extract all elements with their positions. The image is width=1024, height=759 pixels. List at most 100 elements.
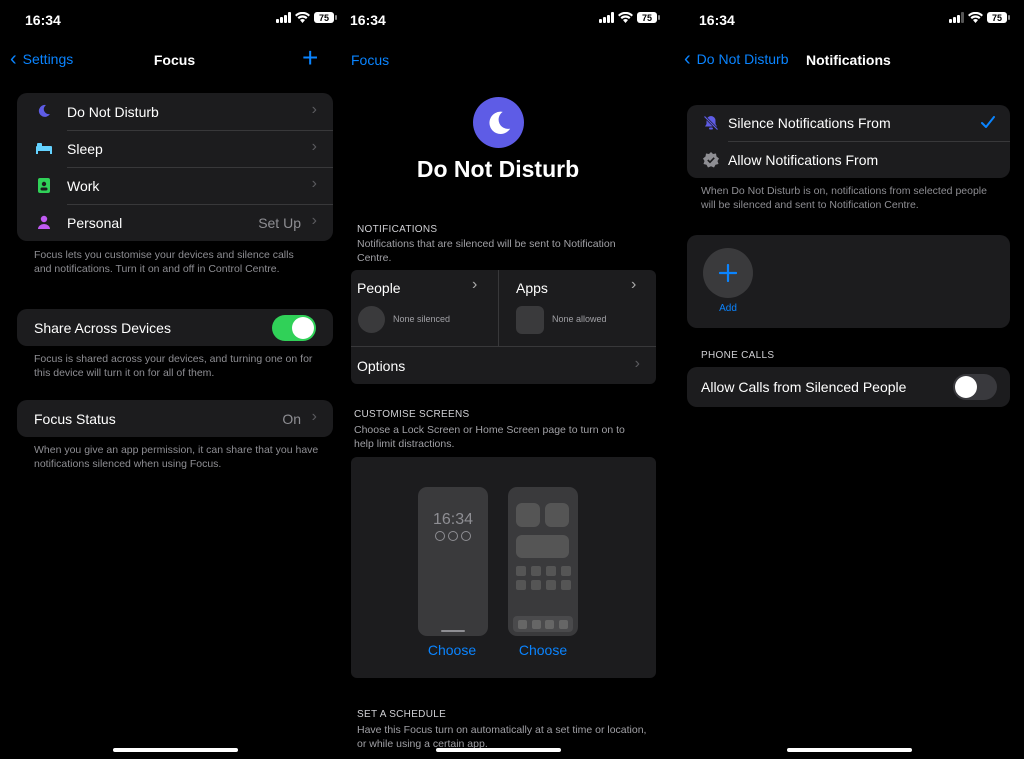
- mode-row-do-not-disturb[interactable]: Do Not Disturb ›: [17, 93, 333, 130]
- focus-modes-list: Do Not Disturb › Sleep › Work › Personal…: [17, 93, 333, 241]
- focus-status-row[interactable]: Focus Status On ›: [17, 400, 333, 437]
- allow-notifications-option[interactable]: Allow Notifications From: [687, 142, 1010, 178]
- focus-settings-screen: 16:34 75 ‹ Settings Focus + Do Not Distu…: [0, 0, 343, 759]
- status-time: 16:34: [699, 12, 735, 28]
- mode-row-work[interactable]: Work ›: [17, 167, 333, 204]
- status-time: 16:34: [350, 12, 386, 28]
- widget-placeholder: [545, 503, 569, 527]
- allow-calls-toggle[interactable]: [953, 374, 997, 400]
- app-grid: [516, 566, 572, 590]
- customise-screens-group: 16:34 Choose Choose: [351, 457, 656, 678]
- cellular-icon: [599, 12, 614, 23]
- choose-lock-screen-button[interactable]: Choose: [402, 642, 502, 658]
- checkmark-icon: [981, 116, 995, 128]
- people-avatar-placeholder: [358, 306, 385, 333]
- back-button[interactable]: Focus: [351, 52, 389, 68]
- wifi-icon: [295, 12, 310, 23]
- share-across-devices-toggle[interactable]: [272, 315, 316, 341]
- moon-icon: [38, 104, 50, 117]
- focus-status-group: Focus Status On ›: [17, 400, 333, 437]
- plus-icon: [719, 264, 737, 282]
- mode-row-sleep[interactable]: Sleep ›: [17, 130, 333, 167]
- add-label[interactable]: Add: [703, 303, 753, 314]
- apps-label: Apps: [516, 280, 548, 296]
- people-cell[interactable]: People › None silenced: [351, 270, 498, 346]
- lock-home-bar: [441, 630, 465, 632]
- add-person-button[interactable]: [703, 248, 753, 298]
- options-row[interactable]: Options ›: [351, 347, 656, 384]
- chevron-right-icon: ›: [631, 276, 637, 293]
- id-badge-icon: [38, 178, 50, 193]
- page-title: Notifications: [806, 52, 891, 68]
- back-label: Do Not Disturb: [696, 51, 789, 67]
- mode-label: Personal: [67, 214, 123, 231]
- schedule-header: SET A SCHEDULE: [357, 709, 447, 720]
- focus-status-label: Focus Status: [34, 410, 116, 427]
- people-label: People: [357, 280, 401, 296]
- share-group: Share Across Devices: [17, 309, 333, 346]
- silence-label: Silence Notifications From: [728, 115, 891, 131]
- mode-label: Work: [67, 177, 100, 194]
- focus-status-note: When you give an app permission, it can …: [34, 444, 319, 470]
- home-indicator[interactable]: [436, 748, 561, 752]
- wifi-icon: [618, 12, 633, 23]
- toggle-knob: [955, 376, 977, 398]
- choose-home-screen-button[interactable]: Choose: [493, 642, 593, 658]
- widget-placeholder: [516, 503, 540, 527]
- lock-screen-time: 16:34: [432, 511, 474, 528]
- battery-icon: 75: [314, 12, 337, 23]
- home-screen-preview[interactable]: [508, 487, 578, 636]
- person-icon: [38, 215, 50, 229]
- page-title: Focus: [153, 52, 196, 68]
- phone-calls-group: Allow Calls from Silenced People: [687, 367, 1010, 407]
- checkmark-seal-icon: [703, 152, 719, 168]
- schedule-note: Have this Focus turn on automatically at…: [357, 724, 647, 750]
- chevron-right-icon: ›: [634, 355, 640, 372]
- allow-calls-label: Allow Calls from Silenced People: [701, 379, 907, 395]
- mode-label: Do Not Disturb: [67, 103, 159, 120]
- cellular-icon: [276, 12, 291, 23]
- add-focus-button[interactable]: +: [302, 42, 318, 74]
- moon-icon: [488, 111, 510, 134]
- do-not-disturb-screen: 16:34 75 Focus Do Not Disturb NOTIFICATI…: [343, 0, 671, 759]
- back-button[interactable]: ‹ Do Not Disturb: [684, 48, 789, 70]
- chevron-right-icon: ›: [311, 175, 317, 192]
- apps-cell[interactable]: Apps › None allowed: [499, 270, 656, 346]
- chevron-right-icon: ›: [311, 212, 317, 229]
- notification-mode-group: Silence Notifications From Allow Notific…: [687, 105, 1010, 178]
- status-icons: 75: [599, 12, 660, 23]
- status-icons: 75: [276, 12, 337, 23]
- mode-row-personal[interactable]: Personal Set Up ›: [17, 204, 333, 241]
- apps-icon-placeholder: [516, 306, 544, 334]
- cellular-icon: [949, 12, 964, 23]
- lock-screen-preview[interactable]: 16:34: [418, 487, 488, 636]
- mode-label: Sleep: [67, 140, 103, 157]
- status-time: 16:34: [25, 12, 61, 28]
- notifications-note: Notifications that are silenced will be …: [357, 238, 616, 264]
- notifications-header: NOTIFICATIONS: [357, 224, 438, 235]
- dock: [513, 616, 573, 632]
- chevron-right-icon: ›: [311, 138, 317, 155]
- focus-status-value: On: [282, 410, 301, 427]
- people-sub: None silenced: [393, 314, 451, 324]
- chevron-left-icon: ‹: [684, 48, 691, 70]
- bed-icon: [36, 143, 52, 154]
- battery-icon: 75: [987, 12, 1010, 23]
- battery-icon: 75: [637, 12, 660, 23]
- silence-notifications-option[interactable]: Silence Notifications From: [687, 105, 1010, 141]
- home-indicator[interactable]: [113, 748, 238, 752]
- mode-value: Set Up: [258, 214, 301, 231]
- wifi-icon: [968, 12, 983, 23]
- widget-placeholder: [516, 535, 569, 558]
- chevron-right-icon: ›: [472, 276, 478, 293]
- customise-header: CUSTOMISE SCREENS: [354, 409, 470, 420]
- modes-note: Focus lets you customise your devices an…: [34, 249, 294, 275]
- mode-note: When Do Not Disturb is on, notifications…: [701, 185, 987, 211]
- status-icons: 75: [949, 12, 1010, 23]
- home-indicator[interactable]: [787, 748, 912, 752]
- share-label: Share Across Devices: [34, 319, 171, 336]
- chevron-right-icon: ›: [311, 408, 317, 425]
- page-title: Do Not Disturb: [416, 156, 580, 182]
- mode-icon-circle: [473, 97, 524, 148]
- toggle-knob: [292, 317, 314, 339]
